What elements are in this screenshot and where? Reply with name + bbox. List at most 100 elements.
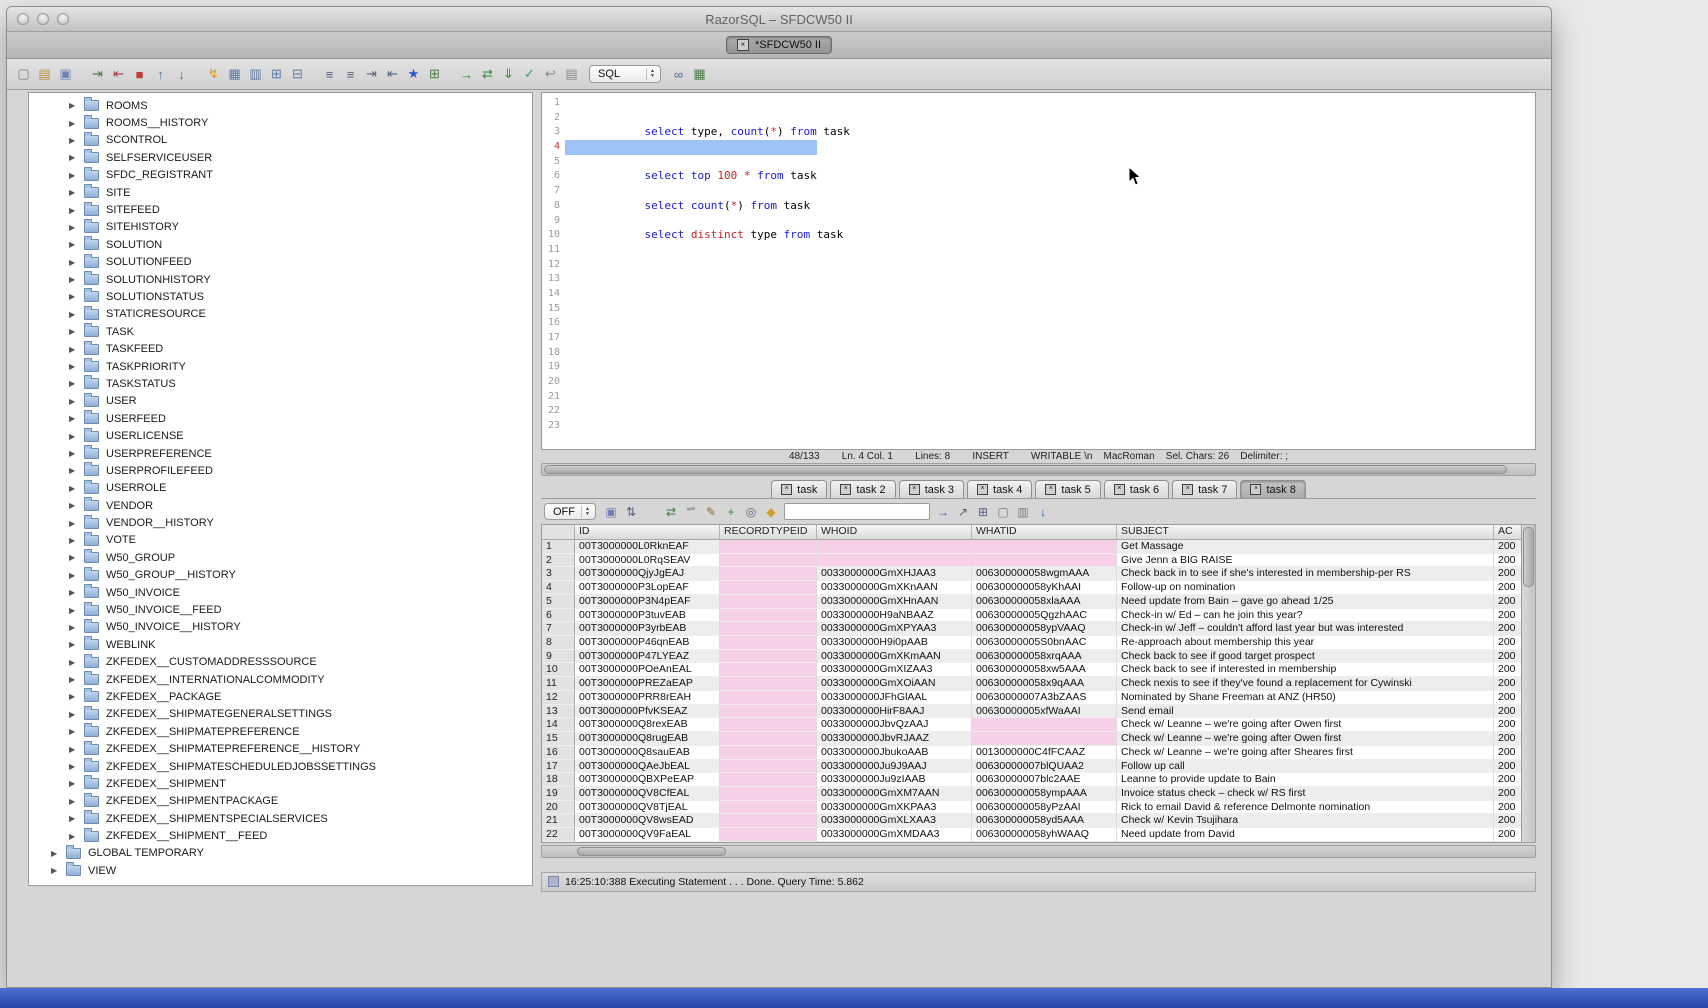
disclosure-triangle-icon[interactable] xyxy=(69,310,84,319)
disclosure-triangle-icon[interactable] xyxy=(69,623,84,632)
tree-item-table[interactable]: W50_GROUP xyxy=(29,549,532,566)
disclosure-triangle-icon[interactable] xyxy=(69,519,84,528)
tree-item-root[interactable]: VIEW xyxy=(29,862,532,879)
cell-recordtypeid[interactable] xyxy=(720,691,817,705)
cell-whatid[interactable]: 0013000000C4fFCAAZ xyxy=(972,746,1117,760)
cell-id[interactable]: 00T3000000Q8sauEAB xyxy=(575,746,720,760)
results-vertical-scrollbar[interactable] xyxy=(1522,524,1536,843)
table-row[interactable]: 14 00T3000000Q8rexEAB 0033000000JbvQzAAJ… xyxy=(542,718,1521,732)
cell-activitydate[interactable]: 200 xyxy=(1494,801,1521,815)
disclosure-triangle-icon[interactable] xyxy=(69,275,84,284)
disclosure-triangle-icon[interactable] xyxy=(51,866,66,875)
disclosure-triangle-icon[interactable] xyxy=(69,762,84,771)
cell-activitydate[interactable]: 200 xyxy=(1494,636,1521,650)
database-tree[interactable]: ROOMS ROOMS__HISTORY SCONTROL SELFSERVIC… xyxy=(28,92,533,886)
cell-id[interactable]: 00T3000000QV9FaEAL xyxy=(575,828,720,842)
cell-whatid[interactable]: 00630000007blc2AAE xyxy=(972,773,1117,787)
cell-id[interactable]: 00T3000000POeAnEAL xyxy=(575,663,720,677)
tree-item-table[interactable]: SITEFEED xyxy=(29,201,532,218)
close-tab-icon[interactable] xyxy=(1250,484,1261,495)
cell-whoid[interactable]: 0033000000GmXHJAA3 xyxy=(817,567,972,581)
disclosure-triangle-icon[interactable] xyxy=(69,206,84,215)
disclosure-triangle-icon[interactable] xyxy=(69,327,84,336)
cell-subject[interactable]: Leanne to provide update to Bain xyxy=(1117,773,1494,787)
tree-item-table[interactable]: W50_INVOICE xyxy=(29,584,532,601)
close-tab-icon[interactable] xyxy=(1182,484,1193,495)
quote-sql-icon[interactable]: “” xyxy=(682,503,700,521)
results-tab[interactable]: task 6 xyxy=(1104,480,1169,498)
favorites-icon[interactable]: ★ xyxy=(404,65,423,84)
tree-item-table[interactable]: ZKFEDEX__SHIPMATEPREFERENCE__HISTORY xyxy=(29,740,532,757)
disclosure-triangle-icon[interactable] xyxy=(69,832,84,841)
cell-whatid[interactable]: 006300000058x9qAAA xyxy=(972,677,1117,691)
scrollbar-thumb[interactable] xyxy=(1523,527,1534,587)
edit-cell-icon[interactable]: ✎ xyxy=(702,503,720,521)
cell-subject[interactable]: Get Massage xyxy=(1117,540,1494,554)
tree-item-table[interactable]: USERPROFILEFEED xyxy=(29,462,532,479)
cell-recordtypeid[interactable] xyxy=(720,636,817,650)
table-row[interactable]: 22 00T3000000QV9FaEAL 0033000000GmXMDAA3… xyxy=(542,828,1521,842)
cell-whoid[interactable]: 0033000000Ju9J9AAJ xyxy=(817,760,972,774)
column-header[interactable]: AC xyxy=(1494,525,1521,539)
cell-id[interactable]: 00T3000000L0RknEAF xyxy=(575,540,720,554)
cell-whoid[interactable] xyxy=(817,554,972,568)
column-header[interactable]: WHOID xyxy=(817,525,972,539)
tree-item-table[interactable]: ZKFEDEX__INTERNATIONALCOMMODITY xyxy=(29,671,532,688)
cell-activitydate[interactable]: 200 xyxy=(1494,540,1521,554)
tree-item-table[interactable]: SITE xyxy=(29,184,532,201)
disclosure-triangle-icon[interactable] xyxy=(69,797,84,806)
close-tab-icon[interactable] xyxy=(977,484,988,495)
disclosure-triangle-icon[interactable] xyxy=(69,188,84,197)
tree-item-table[interactable]: ZKFEDEX__SHIPMENT__FEED xyxy=(29,827,532,844)
cell-subject[interactable]: Check w/ Leanne – we're going after Owen… xyxy=(1117,732,1494,746)
table-row[interactable]: 18 00T3000000QBXPeEAP 0033000000Ju9zIAAB… xyxy=(542,773,1521,787)
cell-activitydate[interactable]: 200 xyxy=(1494,567,1521,581)
cell-subject[interactable]: Check nexis to see if they've found a re… xyxy=(1117,677,1494,691)
cell-subject[interactable]: Check back to see if good target prospec… xyxy=(1117,650,1494,664)
results-tab[interactable]: task 8 xyxy=(1240,480,1305,498)
outdent-icon[interactable]: ⇤ xyxy=(383,65,402,84)
connections-icon[interactable]: ∞ xyxy=(669,65,688,84)
undo-icon[interactable]: ↩ xyxy=(541,65,560,84)
cell-activitydate[interactable]: 200 xyxy=(1494,828,1521,842)
cell-id[interactable]: 00T3000000P3N4pEAF xyxy=(575,595,720,609)
cell-id[interactable]: 00T3000000PRR8rEAH xyxy=(575,691,720,705)
fetch-icon[interactable]: ⇓ xyxy=(499,65,518,84)
table-row[interactable]: 8 00T3000000P46qnEAB 0033000000H9i0pAAB … xyxy=(542,636,1521,650)
cell-id[interactable]: 00T3000000QAeJbEAL xyxy=(575,760,720,774)
copy-results-icon[interactable]: ⊞ xyxy=(974,503,992,521)
tree-item-table[interactable]: TASK xyxy=(29,323,532,340)
run-icon[interactable]: → xyxy=(457,65,476,84)
export-results-icon[interactable]: ⇄ xyxy=(662,503,680,521)
tree-item-table[interactable]: SOLUTION xyxy=(29,236,532,253)
cell-whatid[interactable]: 006300000058yKhAAI xyxy=(972,581,1117,595)
tree-item-table[interactable]: SITEHISTORY xyxy=(29,219,532,236)
disclosure-triangle-icon[interactable] xyxy=(69,814,84,823)
table-row[interactable]: 15 00T3000000Q8rugEAB 0033000000JbvRJAAZ… xyxy=(542,732,1521,746)
tree-item-table[interactable]: USERROLE xyxy=(29,480,532,497)
disclosure-triangle-icon[interactable] xyxy=(69,745,84,754)
cell-activitydate[interactable]: 200 xyxy=(1494,581,1521,595)
cell-activitydate[interactable]: 200 xyxy=(1494,554,1521,568)
disclosure-triangle-icon[interactable] xyxy=(69,692,84,701)
disclosure-triangle-icon[interactable] xyxy=(69,414,84,423)
cell-whatid[interactable] xyxy=(972,554,1117,568)
cell-subject[interactable]: Follow up call xyxy=(1117,760,1494,774)
tree-item-table[interactable]: USER xyxy=(29,393,532,410)
tree-item-table[interactable]: SCONTROL xyxy=(29,132,532,149)
run-selection-icon[interactable]: ⇄ xyxy=(478,65,497,84)
table-row[interactable]: 11 00T3000000PREZaEAP 0033000000GmXOiAAN… xyxy=(542,677,1521,691)
tree-item-table[interactable]: USERPREFERENCE xyxy=(29,445,532,462)
row-limit-select[interactable]: OFF ▲▼ xyxy=(544,503,596,520)
results-search-input[interactable] xyxy=(784,503,930,520)
tree-item-table[interactable]: USERLICENSE xyxy=(29,427,532,444)
tree-item-table[interactable]: ZKFEDEX__SHIPMATESCHEDULEDJOBSSETTINGS xyxy=(29,758,532,775)
indent-icon[interactable]: ⇥ xyxy=(362,65,381,84)
cell-subject[interactable]: Check-in w/ Ed – can he join this year? xyxy=(1117,609,1494,623)
cell-recordtypeid[interactable] xyxy=(720,581,817,595)
cell-whatid[interactable]: 00630000005xfWaAAI xyxy=(972,705,1117,719)
disclosure-triangle-icon[interactable] xyxy=(69,571,84,580)
statement-type-select[interactable]: SQL ▲▼ xyxy=(589,65,661,83)
cell-id[interactable]: 00T3000000PfvKSEAZ xyxy=(575,705,720,719)
cell-subject[interactable]: Give Jenn a BIG RAISE xyxy=(1117,554,1494,568)
